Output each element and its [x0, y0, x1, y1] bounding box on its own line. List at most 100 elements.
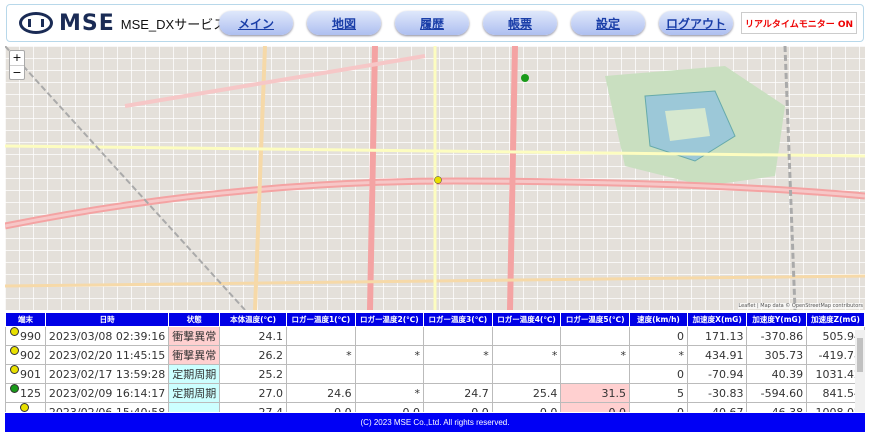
- value-cell: 0.0: [423, 402, 493, 412]
- value-cell: *: [423, 345, 493, 365]
- map-marker[interactable]: [521, 74, 529, 82]
- value-cell: [491, 364, 562, 384]
- value-cell: [423, 364, 493, 384]
- value-cell: [560, 364, 631, 384]
- value-cell: 0: [629, 364, 688, 384]
- value-cell: [560, 326, 631, 346]
- column-header: 速度(km/h): [629, 312, 688, 327]
- nav-main-button[interactable]: メイン: [219, 11, 293, 35]
- column-header: ロガー温度4(℃): [491, 312, 562, 327]
- value-cell: [491, 326, 562, 346]
- value-cell: *: [285, 345, 356, 365]
- datetime-cell: 2023/02/09 16:14:17: [44, 383, 170, 403]
- value-cell: [285, 326, 356, 346]
- value-cell: 305.73: [746, 345, 808, 365]
- map-pin-icon: [9, 346, 19, 355]
- value-cell: 25.4: [491, 383, 562, 403]
- column-header: 加速度Z(mG): [806, 312, 865, 327]
- value-cell: 5: [629, 383, 688, 403]
- column-header: ロガー温度3(℃): [423, 312, 493, 327]
- value-cell: 27.4: [219, 402, 287, 412]
- table-row[interactable]: 2023/02/06 15:40:58 27.4 0.0 0.0 0.0 0.0 0.0 0 4…: [5, 402, 865, 412]
- device-cell: 125: [5, 383, 46, 403]
- scrollbar-thumb[interactable]: [857, 338, 863, 372]
- value-cell: 171.13: [686, 326, 748, 346]
- value-cell: 26.2: [219, 345, 287, 365]
- table-row[interactable]: 901 2023/02/17 13:59:28 定期周期 25.2 0 -70.94 40.…: [5, 364, 865, 384]
- table-scrollbar[interactable]: [855, 330, 865, 412]
- value-cell: *: [354, 383, 425, 403]
- map-pin-icon: [9, 384, 19, 393]
- value-cell: -70.94: [686, 364, 748, 384]
- nav-report-button[interactable]: 帳票: [483, 11, 557, 35]
- value-cell: *: [560, 345, 631, 365]
- value-cell: 24.6: [285, 383, 356, 403]
- value-cell: *: [629, 345, 688, 365]
- datetime-cell: 2023/02/17 13:59:28: [44, 364, 170, 384]
- zoom-in-button[interactable]: +: [10, 51, 24, 65]
- map-pin-icon: [9, 327, 19, 336]
- column-header: 加速度Y(mG): [746, 312, 808, 327]
- nav-logout-button[interactable]: ログアウト: [659, 11, 733, 35]
- zoom-out-button[interactable]: −: [10, 65, 24, 79]
- value-cell: 0.0: [560, 402, 631, 412]
- logo: MSE MSE_DXサービス: [19, 11, 226, 36]
- table-row[interactable]: 902 2023/02/20 11:45:15 衝撃異常 26.2 * * * * * * 434.…: [5, 345, 865, 365]
- device-id: 902: [19, 348, 41, 362]
- device-cell: 990: [5, 326, 46, 346]
- datetime-cell: 2023/02/06 15:40:58: [44, 402, 170, 412]
- column-header: ロガー温度5(℃): [560, 312, 631, 327]
- device-cell: [5, 402, 46, 412]
- table-row[interactable]: 990 2023/03/08 02:39:16 衝撃異常 24.1 0 171.13 -37…: [5, 326, 865, 346]
- table-row[interactable]: 125 2023/02/09 16:14:17 定期周期 27.0 24.6 * 24.7 2…: [5, 383, 865, 403]
- service-name: MSE_DXサービス: [120, 16, 227, 32]
- map-pin-icon: [20, 403, 30, 412]
- nav-map-button[interactable]: 地図: [307, 11, 381, 35]
- value-cell: 46.38: [746, 402, 808, 412]
- column-header: 状態: [168, 312, 221, 327]
- footer: (C) 2023 MSE Co.,Ltd. All rights reserve…: [5, 413, 865, 432]
- status-cell: 定期周期: [168, 383, 221, 403]
- value-cell: [354, 364, 425, 384]
- value-cell: 434.91: [686, 345, 748, 365]
- logo-text: MSE: [59, 10, 115, 36]
- map-marker[interactable]: [434, 176, 442, 184]
- map-tiles: [5, 46, 865, 310]
- header: MSE MSE_DXサービス メイン 地図 履歴 帳票 設定 ログアウト リアル…: [6, 4, 864, 42]
- status-cell: 衝撃異常: [168, 326, 221, 346]
- column-header: 端末: [5, 312, 46, 327]
- value-cell: 0.0: [491, 402, 562, 412]
- realtime-monitor-toggle[interactable]: リアルタイムモニター ON: [741, 12, 857, 34]
- datetime-cell: 2023/02/20 11:45:15: [44, 345, 170, 365]
- device-id: 125: [19, 386, 41, 400]
- map[interactable]: + − Leaflet | Map data © OpenStreetMap c…: [5, 46, 865, 310]
- column-header: ロガー温度2(℃): [354, 312, 425, 327]
- device-id: 901: [19, 367, 41, 381]
- value-cell: 40.67: [686, 402, 748, 412]
- value-cell: 0.0: [354, 402, 425, 412]
- nav-history-button[interactable]: 履歴: [395, 11, 469, 35]
- column-header: 本体温度(℃): [219, 312, 287, 327]
- status-cell: 定期周期: [168, 364, 221, 384]
- zoom-control: + −: [9, 50, 25, 80]
- value-cell: [423, 326, 493, 346]
- value-cell: *: [491, 345, 562, 365]
- datetime-cell: 2023/03/08 02:39:16: [44, 326, 170, 346]
- device-id: 990: [19, 329, 41, 343]
- device-cell: 901: [5, 364, 46, 384]
- value-cell: -594.60: [746, 383, 808, 403]
- value-cell: 24.1: [219, 326, 287, 346]
- map-attribution[interactable]: Leaflet | Map data © OpenStreetMap contr…: [738, 303, 863, 309]
- value-cell: 25.2: [219, 364, 287, 384]
- nav-settings-button[interactable]: 設定: [571, 11, 645, 35]
- status-cell: 衝撃異常: [168, 345, 221, 365]
- column-header: 加速度X(mG): [686, 312, 748, 327]
- device-cell: 902: [5, 345, 46, 365]
- column-header: ロガー温度1(℃): [285, 312, 356, 327]
- value-cell: *: [354, 345, 425, 365]
- value-cell: 0.0: [285, 402, 356, 412]
- value-cell: 0: [629, 402, 688, 412]
- value-cell: 31.5: [560, 383, 631, 403]
- logo-icon: [19, 12, 53, 34]
- data-table: 端末 日時 状態 本体温度(℃) ロガー温度1(℃) ロガー温度2(℃) ロガー温度3(℃)…: [5, 312, 865, 412]
